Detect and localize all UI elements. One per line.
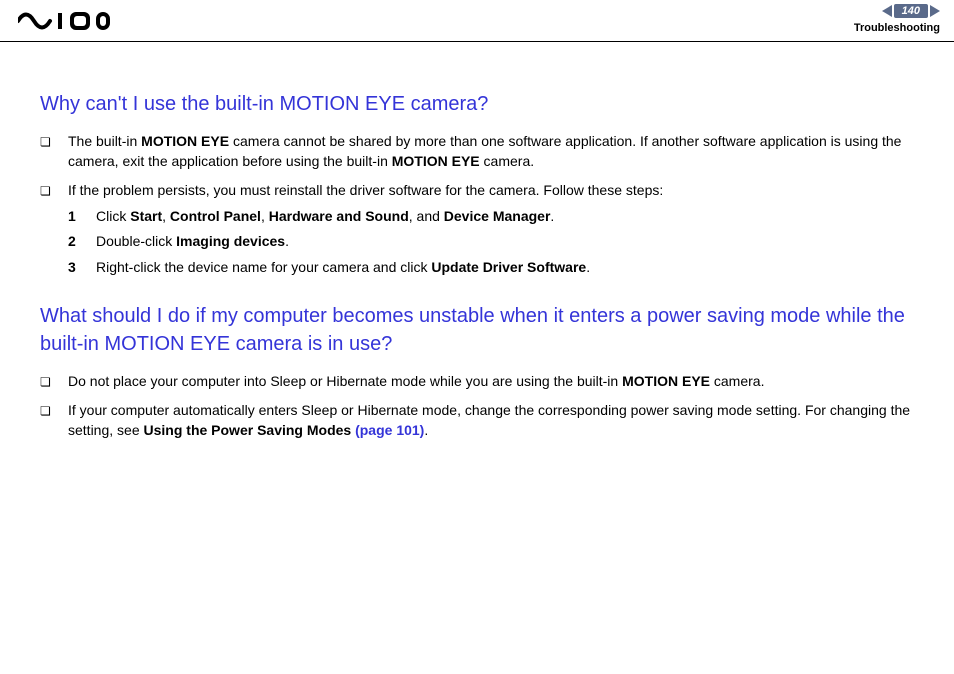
next-page-arrow[interactable]	[930, 5, 940, 17]
step-number: 3	[68, 258, 96, 278]
step-list: 1 Click Start, Control Panel, Hardware a…	[68, 207, 914, 278]
bullet-marker-icon	[40, 132, 68, 171]
vaio-logo	[18, 12, 110, 30]
page-link[interactable]: (page 101)	[355, 422, 424, 438]
step-item: 1 Click Start, Control Panel, Hardware a…	[68, 207, 914, 227]
question-2-heading: What should I do if my computer becomes …	[40, 302, 914, 358]
step-text: Right-click the device name for your cam…	[96, 258, 914, 278]
bullet-text: The built-in MOTION EYE camera cannot be…	[68, 132, 914, 171]
step-text: Double-click Imaging devices.	[96, 232, 914, 252]
bullet-item: The built-in MOTION EYE camera cannot be…	[40, 132, 914, 171]
bullet-text: Do not place your computer into Sleep or…	[68, 372, 914, 392]
question-1-heading: Why can't I use the built-in MOTION EYE …	[40, 90, 914, 118]
section-label: Troubleshooting	[854, 22, 940, 34]
bullet-text: If your computer automatically enters Sl…	[68, 401, 914, 440]
bullet-item: If your computer automatically enters Sl…	[40, 401, 914, 440]
bullet-marker-icon	[40, 181, 68, 283]
prev-page-arrow[interactable]	[882, 5, 892, 17]
bullet-text: If the problem persists, you must reinst…	[68, 181, 914, 283]
bullet-item: Do not place your computer into Sleep or…	[40, 372, 914, 392]
step-number: 1	[68, 207, 96, 227]
step-intro: If the problem persists, you must reinst…	[68, 181, 914, 201]
bullet-marker-icon	[40, 372, 68, 392]
page-number-badge: 140	[894, 4, 928, 18]
question-1-body: The built-in MOTION EYE camera cannot be…	[40, 132, 914, 284]
page-nav: 140	[882, 4, 940, 18]
step-text: Click Start, Control Panel, Hardware and…	[96, 207, 914, 227]
page-header: 140 Troubleshooting	[0, 0, 954, 42]
page-content: Why can't I use the built-in MOTION EYE …	[0, 42, 954, 470]
question-2-body: Do not place your computer into Sleep or…	[40, 372, 914, 441]
bullet-marker-icon	[40, 401, 68, 440]
step-item: 2 Double-click Imaging devices.	[68, 232, 914, 252]
bullet-item: If the problem persists, you must reinst…	[40, 181, 914, 283]
step-item: 3 Right-click the device name for your c…	[68, 258, 914, 278]
step-number: 2	[68, 232, 96, 252]
